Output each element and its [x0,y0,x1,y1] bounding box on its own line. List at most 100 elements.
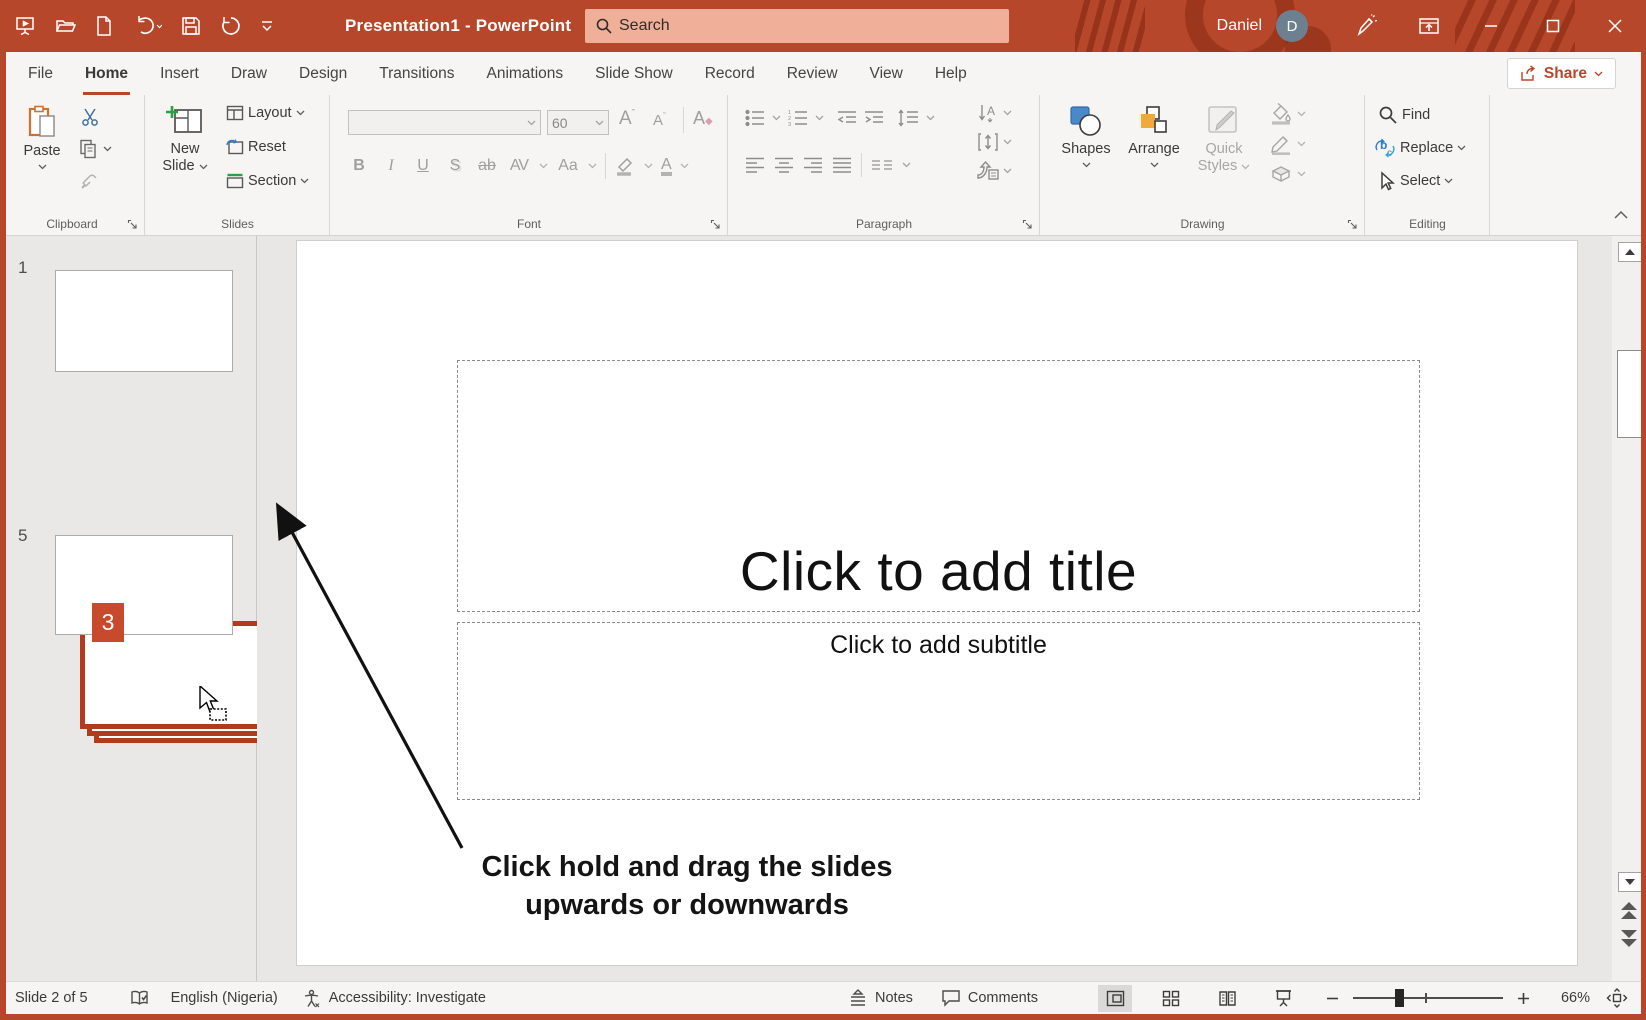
grow-font-button[interactable]: Aˆ [619,108,635,130]
shape-fill-button[interactable] [1269,103,1306,125]
copy-button[interactable] [78,139,112,159]
avatar[interactable]: D [1276,10,1308,42]
bold-button[interactable]: B [347,157,371,175]
new-slide-button[interactable]: NewSlide [154,95,216,205]
columns-button[interactable] [871,156,893,174]
start-slideshow-icon[interactable] [14,15,36,37]
line-spacing-button[interactable] [897,109,919,127]
normal-view-button[interactable] [1098,985,1132,1012]
spellcheck-icon[interactable] [130,989,149,1008]
arrange-button[interactable]: Arrange [1121,95,1187,205]
layout-button[interactable]: Layout [226,105,305,121]
accessibility-status[interactable]: Accessibility: Investigate [329,990,486,1006]
zoom-out-icon[interactable] [1326,992,1339,1005]
tab-file[interactable]: File [12,52,69,95]
slideshow-view-button[interactable] [1266,985,1300,1012]
underline-button[interactable]: U [411,157,435,175]
scroll-up-icon[interactable] [1618,242,1642,262]
tab-animations[interactable]: Animations [470,52,579,95]
vertical-scrollbar[interactable] [1612,236,1641,981]
slide-thumbnail-1[interactable] [55,270,233,372]
align-left-button[interactable] [745,156,765,174]
smartart-button[interactable] [977,161,1012,181]
text-shadow-button[interactable]: S [443,157,467,175]
shrink-font-button[interactable]: Aˇ [653,111,666,129]
text-direction-button[interactable]: A [977,103,1012,123]
bullets-button[interactable] [745,109,765,127]
new-file-icon[interactable] [94,15,114,37]
replace-button[interactable]: bc Replace [1374,138,1466,158]
user-name[interactable]: Daniel [1217,17,1262,35]
open-icon[interactable] [54,15,76,37]
search-input[interactable] [617,16,947,36]
shapes-button[interactable]: Shapes [1055,95,1117,205]
numbering-button[interactable]: 123 [788,109,808,127]
dialog-launcher-icon[interactable] [127,219,138,230]
scrollbar-thumb[interactable] [1617,350,1642,438]
accessibility-icon[interactable] [302,989,321,1008]
zoom-in-icon[interactable] [1517,992,1530,1005]
cut-icon[interactable] [80,107,100,127]
zoom-slider-handle[interactable] [1395,989,1404,1007]
tab-insert[interactable]: Insert [144,52,215,95]
shape-outline-button[interactable] [1269,133,1306,155]
italic-button[interactable]: I [379,157,403,175]
customize-qat-icon[interactable] [260,20,274,32]
tab-view[interactable]: View [854,52,919,95]
reset-button[interactable]: Reset [226,139,286,155]
dialog-launcher-icon[interactable] [1022,219,1033,230]
paste-button[interactable]: Paste [14,95,70,205]
font-name-combo[interactable] [348,110,541,135]
save-icon[interactable] [180,15,202,37]
character-spacing-button[interactable]: AV [507,157,531,175]
tab-review[interactable]: Review [771,52,854,95]
tab-draw[interactable]: Draw [215,52,283,95]
align-right-button[interactable] [803,156,823,174]
highlight-button[interactable] [614,155,636,177]
fit-window-icon[interactable] [1606,988,1628,1008]
select-button[interactable]: Select [1376,171,1453,191]
scroll-down-icon[interactable] [1618,872,1642,892]
reading-view-button[interactable] [1210,985,1244,1012]
comments-toggle[interactable]: Comments [941,989,1038,1007]
maximize-button[interactable] [1522,0,1584,52]
zoom-slider[interactable] [1353,988,1503,1008]
dialog-launcher-icon[interactable] [710,219,721,230]
font-size-combo[interactable]: 60 [547,110,609,135]
slide-thumbnail-3-dragging[interactable]: 3 [80,621,278,743]
next-slide-icon[interactable] [1616,926,1642,950]
dialog-launcher-icon[interactable] [1347,219,1358,230]
share-button[interactable]: Share [1507,58,1616,89]
slide-thumbnail-5[interactable] [55,535,233,635]
font-color-button[interactable]: A [661,156,672,176]
tab-design[interactable]: Design [283,52,363,95]
minimize-button[interactable] [1460,0,1522,52]
align-center-button[interactable] [774,156,794,174]
repeat-icon[interactable] [220,15,242,37]
change-case-button[interactable]: Aa [556,157,580,175]
strikethrough-button[interactable]: ab [475,157,499,175]
shape-effects-button[interactable] [1269,163,1306,185]
language-selector[interactable]: English (Nigeria) [171,990,278,1006]
section-button[interactable]: Section [226,173,309,189]
justify-button[interactable] [832,156,852,174]
coach-icon[interactable] [1336,0,1398,52]
previous-slide-icon[interactable] [1616,900,1642,924]
find-button[interactable]: Find [1378,105,1430,125]
collapse-ribbon-icon[interactable] [1613,210,1629,220]
undo-icon[interactable] [132,15,162,37]
clear-formatting-button[interactable]: A◆ [693,108,713,129]
tab-home[interactable]: Home [69,52,144,95]
tab-record[interactable]: Record [689,52,771,95]
increase-indent-button[interactable] [864,109,884,127]
notes-toggle[interactable]: Notes [848,989,913,1007]
search-box[interactable] [585,9,1009,43]
slide-indicator[interactable]: Slide 2 of 5 [15,990,88,1006]
tab-help[interactable]: Help [919,52,983,95]
align-text-button[interactable] [977,132,1012,152]
tab-slide-show[interactable]: Slide Show [579,52,689,95]
tab-transitions[interactable]: Transitions [363,52,470,95]
close-button[interactable] [1584,0,1646,52]
format-painter-icon[interactable] [80,171,100,191]
quick-styles-button[interactable]: QuickStyles [1191,95,1257,205]
